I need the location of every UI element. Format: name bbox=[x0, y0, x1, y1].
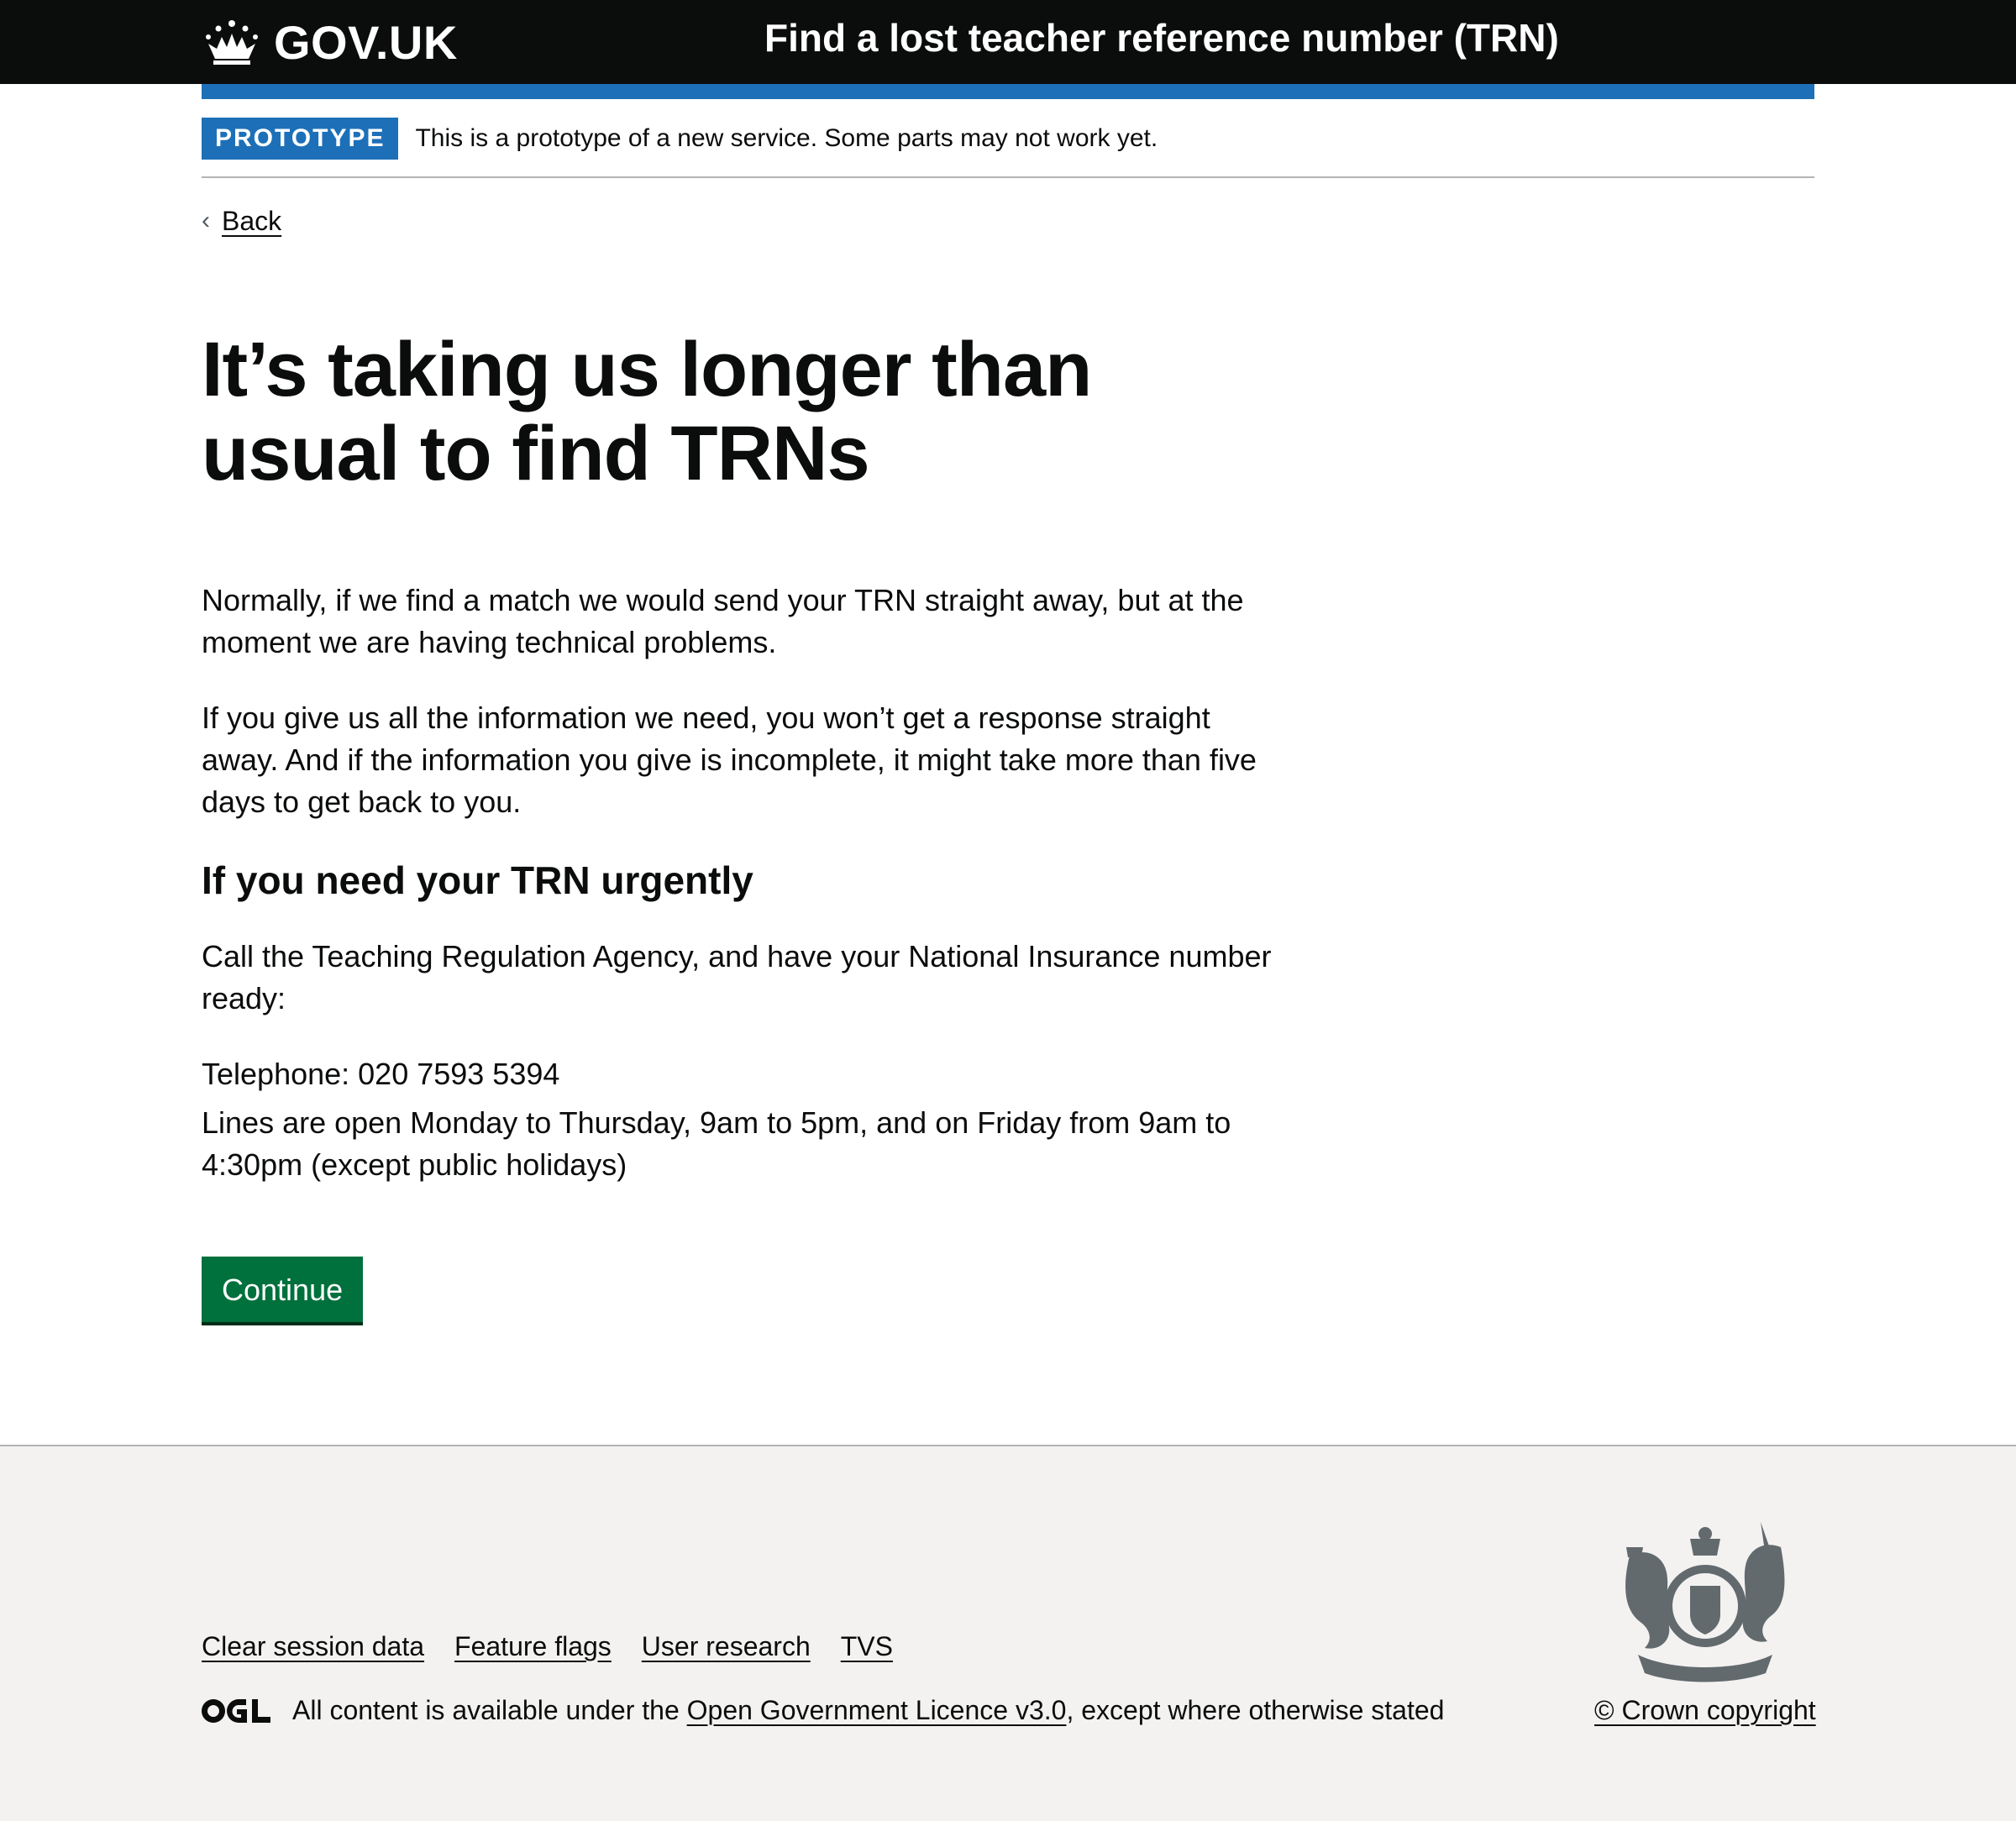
urgent-heading: If you need your TRN urgently bbox=[202, 858, 753, 902]
main-content: It’s taking us longer than usual to find… bbox=[202, 328, 1277, 1322]
service-name-link[interactable]: Find a lost teacher reference number (TR… bbox=[764, 15, 1559, 60]
footer-link-clear-session[interactable]: Clear session data bbox=[202, 1631, 424, 1662]
opening-hours: Lines are open Monday to Thursday, 9am t… bbox=[202, 1105, 1231, 1182]
chevron-left-icon: ‹ bbox=[202, 207, 210, 234]
header-blue-bar bbox=[202, 84, 1814, 99]
ogl-logo-icon bbox=[202, 1698, 270, 1723]
explanation-paragraph: Normally, if we find a match we would se… bbox=[202, 583, 1244, 659]
back-link-label: Back bbox=[222, 205, 282, 236]
page-title-line-1: It’s taking us longer than bbox=[202, 327, 1092, 412]
footer-link-tvs[interactable]: TVS bbox=[841, 1631, 893, 1662]
footer-links: Clear session data Feature flags User re… bbox=[202, 1631, 893, 1662]
phase-tag: PROTOTYPE bbox=[202, 118, 399, 160]
licence-prefix: All content is available under the bbox=[292, 1695, 687, 1725]
header-container: GOV.UK Find a lost teacher reference num… bbox=[202, 0, 1814, 84]
licence-link[interactable]: Open Government Licence v3.0 bbox=[687, 1695, 1067, 1726]
footer-link-feature-flags[interactable]: Feature flags bbox=[454, 1631, 612, 1662]
phase-banner: PROTOTYPE This is a prototype of a new s… bbox=[202, 118, 1814, 178]
telephone-number: Telephone: 020 7593 5394 bbox=[202, 1057, 560, 1091]
licence-suffix: , except where otherwise stated bbox=[1066, 1695, 1445, 1725]
call-instructions: Call the Teaching Regulation Agency, and… bbox=[202, 939, 1272, 1015]
site-header: GOV.UK Find a lost teacher reference num… bbox=[0, 0, 2016, 84]
govuk-logo-link[interactable]: GOV.UK bbox=[202, 12, 458, 72]
site-footer: Clear session data Feature flags User re… bbox=[0, 1445, 2016, 1821]
crown-copyright-link[interactable]: © Crown copyright bbox=[1594, 1695, 1816, 1726]
continue-button[interactable]: Continue bbox=[202, 1257, 364, 1322]
crown-icon bbox=[206, 20, 258, 65]
page-title-line-2: usual to find TRNs bbox=[202, 411, 870, 496]
logo-text: GOV.UK bbox=[274, 15, 458, 69]
response-time-paragraph: If you give us all the information we ne… bbox=[202, 701, 1257, 819]
footer-link-user-research[interactable]: User research bbox=[642, 1631, 811, 1662]
page-title: It’s taking us longer than usual to find… bbox=[202, 328, 1277, 496]
phase-banner-text: This is a prototype of a new service. So… bbox=[415, 124, 1158, 152]
back-link[interactable]: ‹ Back bbox=[202, 200, 281, 242]
licence-statement: All content is available under the Open … bbox=[202, 1695, 1444, 1726]
royal-coat-of-arms-icon bbox=[1625, 1522, 1785, 1682]
